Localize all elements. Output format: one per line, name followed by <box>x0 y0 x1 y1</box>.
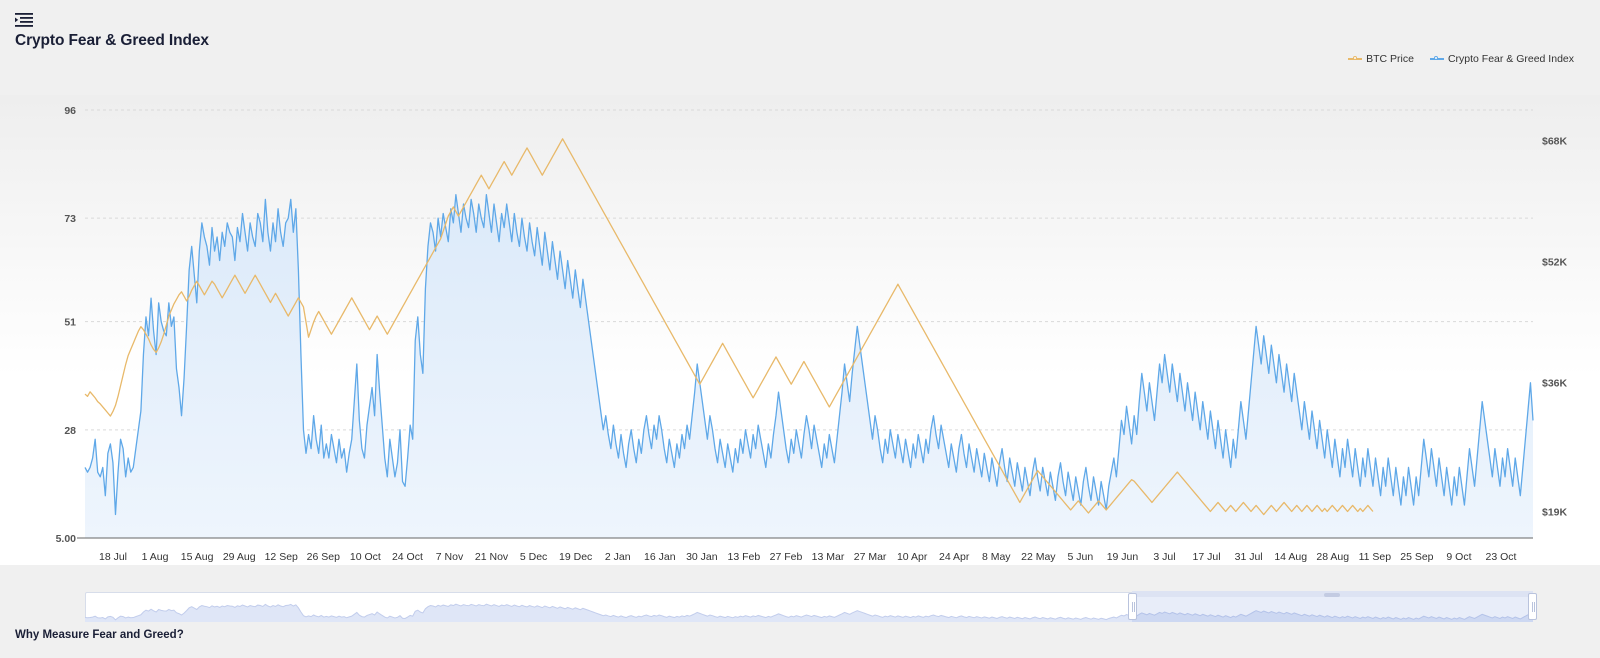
y-axis-right-tick: $68K <box>1542 135 1568 147</box>
x-axis-tick: 19 Dec <box>559 551 592 563</box>
legend-item-fear-greed-index[interactable]: Crypto Fear & Greed Index <box>1429 53 1574 65</box>
x-axis-tick: 15 Aug <box>181 551 214 563</box>
legend-item-btc-price[interactable]: BTC Price <box>1348 53 1414 65</box>
x-axis-tick: 10 Apr <box>897 551 928 563</box>
x-axis-tick: 8 May <box>982 551 1011 563</box>
x-axis-tick: 13 Feb <box>728 551 761 563</box>
page-title: Crypto Fear & Greed Index <box>15 32 209 49</box>
x-axis-tick: 16 Jan <box>644 551 676 563</box>
x-axis-tick: 10 Oct <box>350 551 381 563</box>
y-axis-left-tick: 73 <box>64 213 76 225</box>
y-axis-left-tick: 96 <box>64 105 76 117</box>
x-axis-tick: 22 May <box>1021 551 1056 563</box>
x-axis-tick: 7 Nov <box>436 551 464 563</box>
x-axis-tick: 31 Jul <box>1235 551 1263 563</box>
x-axis-tick: 9 Oct <box>1446 551 1471 563</box>
x-axis-tick: 26 Sep <box>307 551 340 563</box>
y-axis-left-tick: 28 <box>64 425 76 437</box>
y-axis-right-tick: $52K <box>1542 257 1568 269</box>
y-axis-left-tick: 5.00 <box>56 533 77 545</box>
x-axis-tick: 30 Jan <box>686 551 718 563</box>
x-axis-tick: 23 Oct <box>1486 551 1517 563</box>
x-axis-tick: 27 Feb <box>770 551 803 563</box>
x-axis-tick: 25 Sep <box>1400 551 1433 563</box>
x-axis-tick: 28 Aug <box>1316 551 1349 563</box>
list-indent-icon[interactable] <box>15 12 33 28</box>
x-axis-tick: 18 Jul <box>99 551 127 563</box>
x-axis-tick: 11 Sep <box>1359 551 1392 563</box>
x-axis-tick: 5 Dec <box>520 551 547 563</box>
chart-plot-area[interactable]: 5.00 28 51 73 96 $19K $36K $52K $68K 18 Jul 1 Aug 1… <box>0 95 1600 565</box>
x-axis-tick: 29 Aug <box>223 551 256 563</box>
y-axis-right-tick: $36K <box>1542 378 1568 390</box>
legend-label: BTC Price <box>1366 53 1414 65</box>
range-handle-left[interactable] <box>1127 593 1137 620</box>
y-axis-left-tick: 51 <box>64 317 76 329</box>
legend-label: Crypto Fear & Greed Index <box>1447 53 1574 65</box>
x-axis-tick: 14 Aug <box>1274 551 1307 563</box>
range-handle-right[interactable] <box>1528 593 1537 620</box>
x-axis-tick: 5 Jun <box>1068 551 1094 563</box>
footer-heading: Why Measure Fear and Greed? <box>15 629 184 641</box>
x-axis-tick: 24 Oct <box>392 551 423 563</box>
range-selector[interactable] <box>85 591 1537 622</box>
x-axis-tick: 24 Apr <box>939 551 970 563</box>
x-axis-tick: 13 Mar <box>812 551 845 563</box>
x-axis-tick: 12 Sep <box>265 551 298 563</box>
x-axis-tick: 1 Aug <box>142 551 169 563</box>
x-axis-tick: 27 Mar <box>854 551 887 563</box>
legend-marker-icon <box>1348 55 1363 63</box>
x-axis-tick: 17 Jul <box>1193 551 1221 563</box>
chart-svg: 5.00 28 51 73 96 $19K $36K $52K $68K 18 Jul 1 Aug 1… <box>0 95 1600 565</box>
x-axis-tick: 3 Jul <box>1153 551 1175 563</box>
range-selector-grip[interactable] <box>1324 593 1341 597</box>
legend-marker-icon <box>1429 55 1444 63</box>
x-axis-tick: 2 Jan <box>605 551 631 563</box>
x-axis-tick: 21 Nov <box>475 551 509 563</box>
chart-legend: BTC Price Crypto Fear & Greed Index <box>1348 53 1574 65</box>
x-axis-tick: 19 Jun <box>1107 551 1139 563</box>
y-axis-right-tick: $19K <box>1542 506 1568 518</box>
